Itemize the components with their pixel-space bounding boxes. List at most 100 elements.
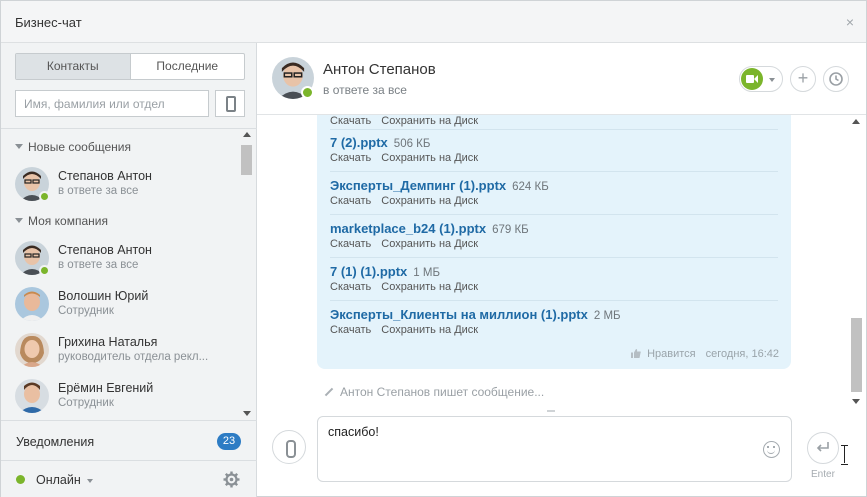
message-input[interactable]: спасибо! [317,416,792,482]
save-to-disk-link[interactable]: Сохранить на Диск [381,195,478,207]
sidebar-scrollbar[interactable] [240,130,254,418]
sidebar: Контакты Последние Новые сообщения Степа… [1,43,257,497]
avatar [15,287,49,321]
download-link[interactable]: Скачать [330,238,371,250]
history-button[interactable] [823,66,849,92]
chat-partner-status: в ответе за все [323,83,407,97]
scroll-down-icon[interactable] [852,399,860,404]
contact-status: Сотрудник [58,305,114,317]
download-link[interactable]: Скачать [330,195,371,207]
download-link[interactable]: Скачать [330,281,371,293]
chevron-down-icon [769,78,775,82]
save-to-disk-link[interactable]: Сохранить на Диск [381,281,478,293]
notifications-row[interactable]: Уведомления 23 [1,420,257,460]
avatar [15,333,49,367]
smiley-icon[interactable] [763,441,780,458]
divider [330,129,778,130]
video-camera-icon [741,68,763,90]
attach-file-button[interactable] [272,430,306,464]
file-size: 1 МБ [413,267,441,279]
chevron-down-icon [15,144,23,149]
contact-list: Новые сообщения Степанов Антон в ответе … [1,128,257,420]
contact-item[interactable]: Грихина Наталья руководитель отдела рекл… [1,329,239,373]
add-user-button[interactable]: + [790,66,816,92]
download-link[interactable]: Скачать [330,152,371,164]
enter-arrow-icon [816,442,829,452]
like-icon [631,349,641,358]
close-icon[interactable]: × [846,14,854,30]
chat-scrollbar[interactable] [849,115,864,409]
save-to-disk-link[interactable]: Сохранить на Диск [381,115,478,127]
notifications-count-badge: 23 [217,433,241,450]
text-cursor-icon [841,445,848,465]
file-name-link[interactable]: 7 (1) (1).pptx [330,264,407,279]
file-size: 679 КБ [492,224,529,236]
phone-icon [226,96,236,112]
file-attachment: 7 (2).pptx 506 КБ Скачать Сохранить на Дис… [330,135,780,164]
avatar [15,379,49,413]
chevron-down-icon [15,218,23,223]
phone-button[interactable] [215,90,245,117]
save-to-disk-link[interactable]: Сохранить на Диск [381,324,478,336]
file-attachment: Эксперты_Клиенты на миллион (1).pptx 2 МБ… [330,307,780,336]
scroll-thumb[interactable] [241,145,252,175]
chevron-down-icon[interactable] [87,479,93,483]
online-status-icon [301,86,314,99]
file-name-link[interactable]: marketplace_b24 (1).pptx [330,221,486,236]
message-meta: Нравится сегодня, 16:42 [631,348,779,360]
resize-handle[interactable] [547,410,555,412]
typing-indicator: Антон Степанов пишет сообщение... [324,385,544,399]
contact-name: Волошин Юрий [58,289,149,303]
status-selector[interactable]: Онлайн [36,473,81,487]
video-call-button[interactable] [739,66,783,92]
contact-name: Ерёмин Евгений [58,381,154,395]
chat-panel: Антон Степанов в ответе за все + Скачать… [257,43,866,497]
contact-name: Грихина Наталья [58,335,158,349]
file-size: 2 МБ [593,310,621,322]
contact-name: Степанов Антон [58,169,152,183]
title-bar: Бизнес-чат × [1,1,866,43]
file-attachment: marketplace_b24 (1).pptx 679 КБ Скачать Со… [330,221,780,250]
contact-status: в ответе за все [58,259,139,271]
download-link[interactable]: Скачать [330,324,371,336]
divider [330,214,778,215]
like-link[interactable]: Нравится [647,348,696,360]
gear-icon[interactable] [223,471,240,488]
contact-item[interactable]: Степанов Антон в ответе за все [1,163,239,207]
divider [330,171,778,172]
file-name-link[interactable]: 7 (2).pptx [330,135,388,150]
group-label: Новые сообщения [28,140,131,154]
online-status-icon [39,191,50,202]
contact-name: Степанов Антон [58,243,152,257]
chat-partner-name[interactable]: Антон Степанов [323,61,436,78]
scroll-down-icon[interactable] [243,411,251,416]
message-area: Скачать Сохранить на Диск 7 (2).pptx 506 К… [257,115,866,411]
save-to-disk-link[interactable]: Сохранить на Диск [381,238,478,250]
user-status-bar: Онлайн [1,460,257,497]
send-button[interactable] [807,432,839,464]
history-icon [829,72,843,86]
file-name-link[interactable]: Эксперты_Демпинг (1).pptx [330,178,506,193]
download-link[interactable]: Скачать [330,115,371,127]
contact-item[interactable]: Ерёмин Евгений Сотрудник [1,375,239,419]
group-new-messages[interactable]: Новые сообщения [15,140,131,154]
scroll-up-icon[interactable] [243,132,251,137]
scroll-thumb[interactable] [851,318,862,392]
group-my-company[interactable]: Моя компания [15,214,108,228]
window-title: Бизнес-чат [15,15,82,30]
contact-item[interactable]: Степанов Антон в ответе за все [1,237,239,281]
file-size: 624 КБ [512,181,549,193]
contact-item[interactable]: Волошин Юрий Сотрудник [1,283,239,327]
file-name-link[interactable]: Эксперты_Клиенты на миллион (1).pptx [330,307,588,322]
scroll-up-icon[interactable] [852,119,860,124]
search-input[interactable] [15,90,209,117]
tab-recent[interactable]: Последние [131,54,245,79]
group-label: Моя компания [28,214,108,228]
business-chat-window: Бизнес-чат × Контакты Последние Новые со… [0,0,867,497]
save-to-disk-link[interactable]: Сохранить на Диск [381,152,478,164]
tab-contacts[interactable]: Контакты [16,54,131,79]
file-attachment: Эксперты_Демпинг (1).pptx 624 КБ Скачать С… [330,178,780,207]
divider [330,300,778,301]
typing-text: Антон Степанов пишет сообщение... [340,385,545,399]
send-hint: Enter [811,469,835,480]
